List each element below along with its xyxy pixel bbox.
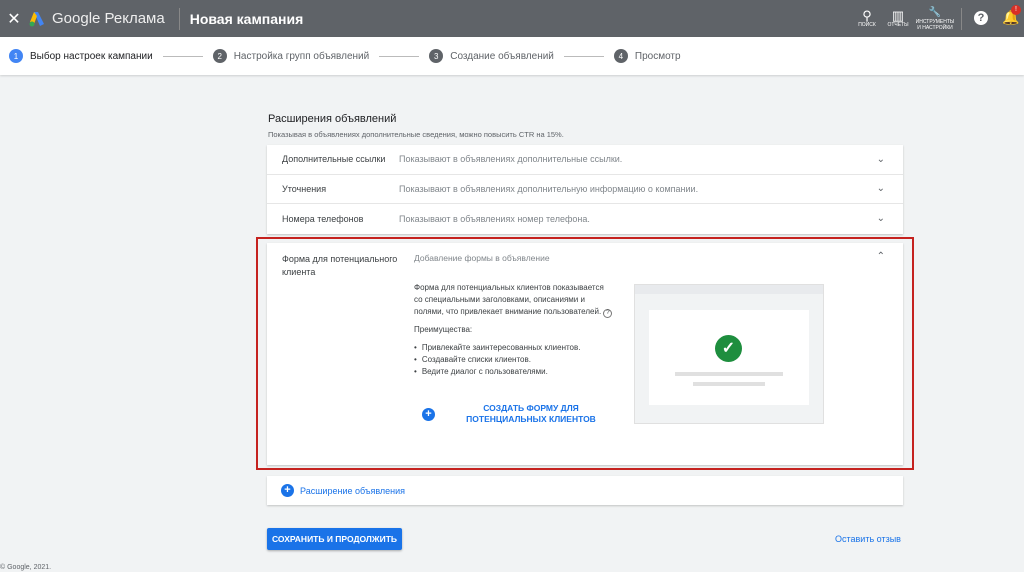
- search-icon: ⚲: [862, 8, 872, 23]
- row-name: Уточнения: [282, 183, 327, 194]
- add-extension-label: Расширение объявления: [300, 485, 406, 496]
- stepper: 1 Выбор настроек кампании 2 Настройка груп…: [0, 37, 1024, 75]
- step-number: 3: [429, 49, 444, 63]
- search-label: ПОИСК: [858, 22, 876, 28]
- row-desc: Добавление формы в объявление: [414, 253, 550, 263]
- feedback-link[interactable]: Оставить отзыв: [835, 534, 901, 544]
- chevron-down-icon[interactable]: ⌄: [877, 154, 885, 165]
- help-icon[interactable]: ?: [974, 11, 988, 25]
- description-text: Форма для потенциальных клиентов показыв…: [414, 283, 604, 316]
- plus-icon: +: [422, 407, 435, 421]
- row-name: Дополнительные ссылки: [282, 154, 386, 165]
- step-3[interactable]: 3 Создание объявлений: [429, 49, 554, 63]
- check-icon: ✓: [715, 335, 742, 362]
- row-desc: Показывают в объявлениях дополнительную …: [399, 183, 699, 194]
- reports-button[interactable]: ▥ ОТЧЕТЫ: [885, 0, 911, 37]
- row-desc: Показывают в объявлениях дополнительные …: [399, 154, 623, 165]
- benefits-list: Привлекайте заинтересованных клиентов. С…: [414, 342, 614, 378]
- copyright: © Google, 2021.: [0, 564, 52, 571]
- step-2[interactable]: 2 Настройка групп объявлений: [212, 49, 370, 63]
- benefit-item: Ведите диалог с пользователями.: [414, 366, 614, 378]
- step-number: 4: [613, 49, 628, 63]
- benefits-title: Преимущества:: [414, 325, 473, 334]
- step-label: Просмотр: [634, 50, 681, 62]
- section-title: Расширения объявлений: [268, 113, 397, 125]
- step-number: 1: [9, 49, 23, 63]
- chevron-down-icon[interactable]: ⌄: [877, 183, 885, 194]
- step-label: Выбор настроек кампании: [30, 50, 153, 62]
- step-connector: [162, 55, 203, 57]
- section-subtitle: Показывая в объявлениях дополнительные с…: [268, 130, 564, 139]
- search-button[interactable]: ⚲ ПОИСК: [855, 0, 879, 37]
- step-number: 2: [212, 49, 227, 63]
- row-name: Номера телефонов: [282, 213, 364, 224]
- notification-badge: !: [1011, 5, 1021, 15]
- close-icon[interactable]: ✕: [4, 9, 24, 29]
- lead-form-description: Форма для потенциальных клиентов показыв…: [414, 282, 614, 378]
- step-label: Создание объявлений: [450, 50, 554, 62]
- extension-row-phone[interactable]: Номера телефонов Показывают в объявлениях…: [267, 204, 903, 234]
- reports-label: ОТЧЕТЫ: [887, 22, 909, 28]
- chevron-down-icon[interactable]: ⌄: [877, 213, 885, 224]
- lead-form-extension: Форма для потенциального клиента Добавле…: [267, 243, 903, 465]
- step-label: Настройка групп объявлений: [233, 50, 370, 62]
- benefit-item: Создавайте списки клиентов.: [414, 354, 614, 366]
- top-bar: ✕ Google Реклама Новая кампания ⚲ ПОИСК ▥…: [0, 0, 1024, 37]
- brand-name: Google Реклама: [52, 10, 165, 27]
- step-4[interactable]: 4 Просмотр: [613, 49, 681, 63]
- tools-button[interactable]: 🔧 ИНСТРУМЕНТЫ И НАСТРОЙКИ: [915, 0, 955, 37]
- google-ads-logo: [28, 10, 46, 28]
- step-connector: [379, 55, 420, 57]
- step-1[interactable]: 1 Выбор настроек кампании: [9, 49, 153, 63]
- extension-row-callouts[interactable]: Уточнения Показывают в объявлениях дополн…: [267, 175, 903, 204]
- step-connector: [563, 55, 604, 57]
- chevron-up-icon[interactable]: ⌃: [877, 251, 885, 262]
- divider: [178, 7, 180, 30]
- extension-row-sitelinks[interactable]: Дополнительные ссылки Показывают в объявл…: [267, 145, 903, 175]
- help-icon[interactable]: ?: [603, 309, 613, 318]
- extensions-list: Дополнительные ссылки Показывают в объявл…: [267, 145, 903, 234]
- add-extension-button[interactable]: + Расширение объявления: [267, 476, 903, 505]
- benefit-item: Привлекайте заинтересованных клиентов.: [414, 342, 614, 354]
- lead-form-illustration: ✓: [634, 284, 824, 424]
- row-desc: Показывают в объявлениях номер телефона.: [399, 213, 590, 224]
- tools-icon: 🔧: [928, 7, 942, 18]
- plus-icon: +: [281, 484, 294, 497]
- row-name: Форма для потенциального клиента: [282, 254, 398, 277]
- create-lead-form-button[interactable]: + СОЗДАТЬ ФОРМУ ДЛЯ ПОТЕНЦИАЛЬНЫХ КЛИЕНТО…: [422, 403, 601, 425]
- page-title: Новая кампания: [189, 10, 304, 27]
- cta-label: СОЗДАТЬ ФОРМУ ДЛЯ ПОТЕНЦИАЛЬНЫХ КЛИЕНТОВ: [466, 403, 596, 424]
- save-continue-button[interactable]: СОХРАНИТЬ И ПРОДОЛЖИТЬ: [267, 528, 402, 550]
- divider: [961, 8, 962, 30]
- tools-label: ИНСТРУМЕНТЫ И НАСТРОЙКИ: [915, 19, 955, 31]
- reports-icon: ▥: [891, 8, 905, 23]
